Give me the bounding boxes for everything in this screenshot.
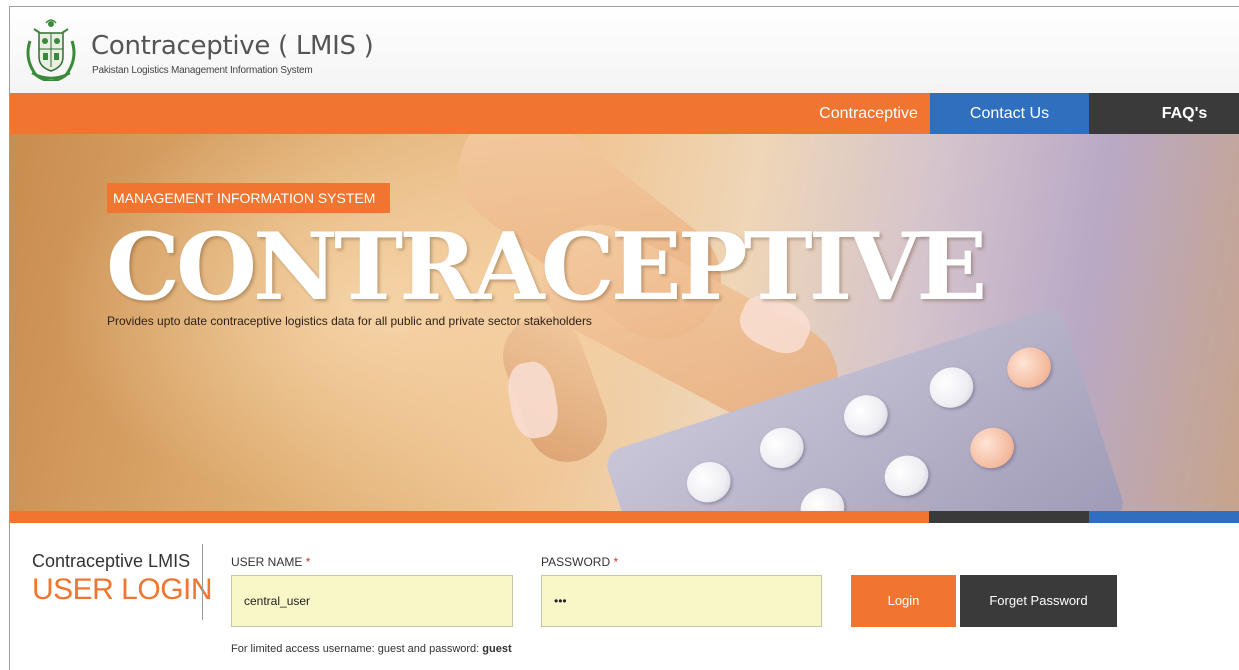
password-input[interactable]: ••• [541,575,822,627]
password-label-text: PASSWORD [541,555,611,569]
pill-icon [838,389,893,442]
login-divider [202,544,203,620]
login-heading-top: Contraceptive LMIS [32,551,191,571]
pill-icon [795,482,850,511]
nav-item-contact-us[interactable]: Contact Us [930,93,1089,134]
username-label-text: USER NAME [231,555,303,569]
forget-password-button[interactable]: Forget Password [960,575,1117,627]
pill-icon [681,456,736,509]
pill-icon [964,422,1020,474]
pill-icon [754,422,809,474]
stripe-blue [1089,511,1239,523]
nav-item-contraceptive[interactable]: Contraceptive [807,93,930,134]
guest-hint-password: guest [482,643,512,655]
page-frame: Contraceptive ( LMIS ) Pakistan Logistic… [9,6,1239,670]
main-nav: Contraceptive Contact Us FAQ's [10,93,1239,134]
hero-banner: MANAGEMENT INFORMATION SYSTEM CONTRACEPT… [10,134,1239,511]
site-title: Contraceptive ( LMIS ) [91,31,374,61]
stripe-orange [10,511,929,523]
site-header: Contraceptive ( LMIS ) Pakistan Logistic… [10,7,1239,93]
pill-icon [1001,341,1057,394]
stripe-dark [929,511,1089,523]
required-mark: * [613,555,619,569]
guest-hint-text: For limited access username: guest and p… [231,643,480,655]
login-button[interactable]: Login [851,575,956,627]
guest-access-hint: For limited access username: guest and p… [231,643,512,655]
pill-icon [879,449,934,502]
hero-tag: MANAGEMENT INFORMATION SYSTEM [107,183,390,213]
pakistan-state-emblem-icon [26,19,76,81]
username-input[interactable]: central_user [231,575,513,627]
hero-title: CONTRACEPTIVE [106,212,987,321]
site-subtitle: Pakistan Logistics Management Informatio… [92,65,313,76]
pill-icon [924,361,979,414]
username-label: USER NAME * [231,555,310,569]
hero-tagline: Provides upto date contraceptive logisti… [107,314,592,328]
password-label: PASSWORD * [541,555,618,569]
nav-item-faqs[interactable]: FAQ's [1089,93,1239,134]
required-mark: * [305,555,311,569]
login-heading-main: USER LOGIN [32,573,213,606]
